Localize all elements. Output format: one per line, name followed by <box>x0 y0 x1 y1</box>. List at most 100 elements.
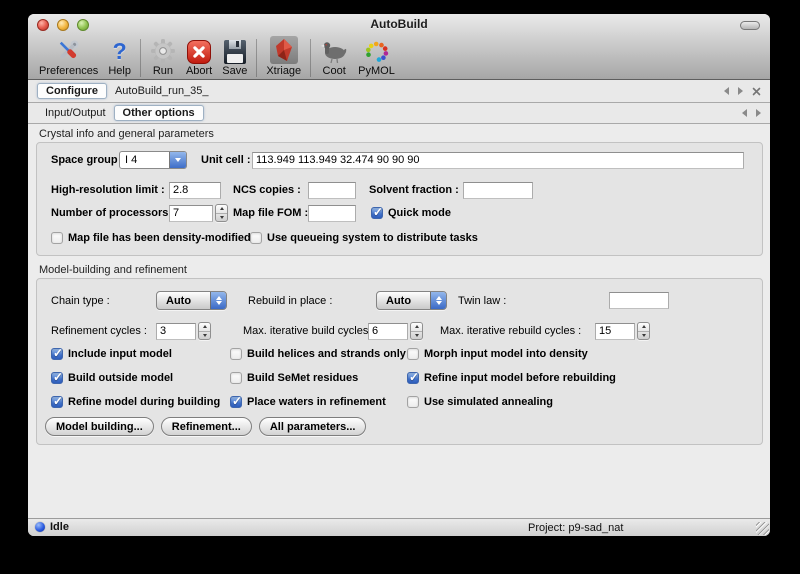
toolbar-button-save[interactable]: Save <box>217 36 252 77</box>
checkbox-simulated-annealing[interactable]: Use simulated annealing <box>407 396 762 408</box>
stepper-down-icon[interactable] <box>638 331 649 340</box>
chain-type-popup[interactable]: Auto <box>156 291 227 310</box>
pymol-rainbow-icon <box>364 36 390 64</box>
xtriage-crystal-icon <box>270 36 298 64</box>
toolbar-button-coot[interactable]: Coot <box>315 36 353 77</box>
toolbar-label: Run <box>153 65 173 77</box>
stepper-down-icon[interactable] <box>216 213 227 222</box>
checkbox-icon <box>230 348 242 360</box>
checkbox-build-helices-strands[interactable]: Build helices and strands only <box>230 348 407 360</box>
stepper-down-icon[interactable] <box>411 331 422 340</box>
toolbar-button-preferences[interactable]: Preferences <box>34 36 103 77</box>
chain-type-label: Chain type : <box>51 295 156 307</box>
tab-input-output[interactable]: Input/Output <box>37 106 114 120</box>
checkbox-build-outside-model[interactable]: Build outside model <box>51 372 230 384</box>
minimize-window-button[interactable] <box>57 19 69 31</box>
checkbox-icon <box>407 372 419 384</box>
main-tab-bar: Configure AutoBuild_run_35_ <box>28 80 770 103</box>
rebuild-cycles-field[interactable] <box>595 323 635 340</box>
stepper-down-icon[interactable] <box>199 331 210 340</box>
status-bar: Idle Project: p9-sad_nat <box>28 518 770 536</box>
status-text: Idle <box>50 521 69 533</box>
twin-law-field[interactable] <box>609 292 669 309</box>
checkbox-morph-input-model[interactable]: Morph input model into density <box>407 348 762 360</box>
checkbox-include-input-model[interactable]: Include input model <box>51 348 230 360</box>
combo-dropdown-icon[interactable] <box>169 152 186 168</box>
coot-bird-icon <box>320 36 348 64</box>
refinement-cycles-stepper[interactable] <box>198 322 211 340</box>
tab-scroll-left-icon[interactable] <box>724 87 729 95</box>
toolbar-toggle-button[interactable] <box>740 21 760 30</box>
ncs-copies-field[interactable] <box>308 182 356 199</box>
stepper-up-icon[interactable] <box>411 323 422 331</box>
section-title-model: Model-building and refinement <box>39 264 770 276</box>
checkbox-icon <box>407 348 419 360</box>
checkbox-refine-before-rebuilding[interactable]: Refine input model before rebuilding <box>407 372 762 384</box>
toolbar-button-run[interactable]: Run <box>145 36 181 77</box>
space-group-label: Space group : <box>51 154 119 166</box>
unit-cell-field[interactable] <box>252 152 744 169</box>
window-header: AutoBuild Prefe <box>28 14 770 80</box>
solvent-fraction-label: Solvent fraction : <box>369 184 463 196</box>
toolbar-label: Preferences <box>39 65 98 77</box>
stepper-up-icon[interactable] <box>638 323 649 331</box>
checkbox-refine-during-building[interactable]: Refine model during building <box>51 396 230 408</box>
checkbox-icon <box>230 372 242 384</box>
popup-arrows-icon <box>210 292 226 309</box>
stepper-up-icon[interactable] <box>216 205 227 213</box>
high-res-field[interactable] <box>169 182 221 199</box>
titlebar[interactable]: AutoBuild <box>28 14 770 36</box>
rebuild-in-place-popup[interactable]: Auto <box>376 291 447 310</box>
toolbar-button-help[interactable]: ? Help <box>103 36 136 77</box>
unit-cell-label: Unit cell : <box>201 154 248 166</box>
checkbox-queueing-system[interactable]: Use queueing system to distribute tasks <box>250 232 478 244</box>
options-panel: Crystal info and general parameters Spac… <box>28 125 770 518</box>
toolbar-label: Xtriage <box>266 65 301 77</box>
all-parameters-button[interactable]: All parameters... <box>259 417 367 436</box>
num-processors-stepper[interactable] <box>215 204 228 222</box>
tab-autobuild-run[interactable]: AutoBuild_run_35_ <box>107 84 217 98</box>
build-cycles-stepper[interactable] <box>410 322 423 340</box>
toolbar-label: Coot <box>323 65 346 77</box>
refinement-button[interactable]: Refinement... <box>161 417 252 436</box>
zoom-window-button[interactable] <box>77 19 89 31</box>
checkbox-icon <box>230 396 242 408</box>
map-fom-field[interactable] <box>308 205 356 222</box>
parameter-buttons-row: Model building... Refinement... All para… <box>37 417 762 436</box>
tab-configure[interactable]: Configure <box>37 83 107 99</box>
checkbox-build-semet[interactable]: Build SeMet residues <box>230 372 407 384</box>
solvent-fraction-field[interactable] <box>463 182 533 199</box>
toolbar-button-pymol[interactable]: PyMOL <box>353 36 400 77</box>
refinement-cycles-label: Refinement cycles : <box>51 325 156 337</box>
refinement-cycles-field[interactable] <box>156 323 196 340</box>
checkbox-icon <box>250 232 262 244</box>
sub-tab-scroll-right-icon[interactable] <box>756 109 761 117</box>
tab-other-options[interactable]: Other options <box>114 105 204 121</box>
toolbar-separator <box>256 39 257 77</box>
chain-type-value: Auto <box>157 292 210 309</box>
space-group-combo[interactable]: I 4 <box>119 151 187 169</box>
toolbar-separator <box>140 39 141 77</box>
checkbox-place-waters[interactable]: Place waters in refinement <box>230 396 407 408</box>
close-window-button[interactable] <box>37 19 49 31</box>
toolbar-button-abort[interactable]: Abort <box>181 36 217 77</box>
rebuild-in-place-label: Rebuild in place : <box>248 295 376 307</box>
checkbox-quick-mode[interactable]: Quick mode <box>371 207 451 219</box>
checkbox-density-modified[interactable]: Map file has been density-modified <box>51 232 250 244</box>
build-cycles-field[interactable] <box>368 323 408 340</box>
tab-close-icon[interactable] <box>752 87 761 96</box>
num-processors-field[interactable] <box>169 205 213 222</box>
tab-scroll-right-icon[interactable] <box>738 87 743 95</box>
abort-x-icon <box>187 36 211 64</box>
toolbar-button-xtriage[interactable]: Xtriage <box>261 36 306 77</box>
rebuild-cycles-stepper[interactable] <box>637 322 650 340</box>
model-building-button[interactable]: Model building... <box>45 417 154 436</box>
stepper-up-icon[interactable] <box>199 323 210 331</box>
section-title-crystal: Crystal info and general parameters <box>39 128 770 140</box>
build-cycles-label: Max. iterative build cycles : <box>243 325 368 337</box>
toolbar-label: Abort <box>186 65 212 77</box>
checkbox-icon <box>51 396 63 408</box>
sub-tab-scroll-left-icon[interactable] <box>742 109 747 117</box>
model-group-box: Chain type : Auto Rebuild in place : Aut… <box>36 278 763 445</box>
resize-grip[interactable] <box>756 522 769 535</box>
